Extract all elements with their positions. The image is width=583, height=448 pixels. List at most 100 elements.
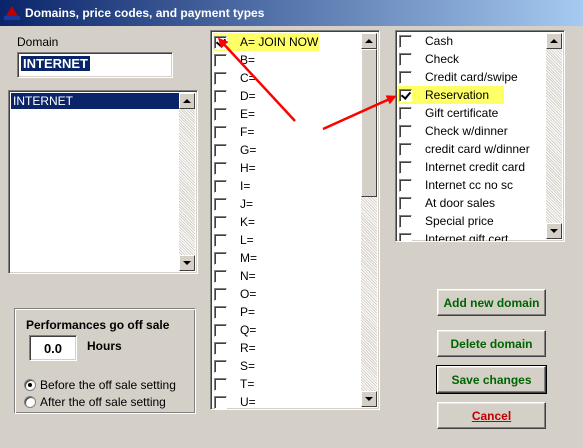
checkbox[interactable] — [214, 53, 227, 67]
radio-label: Before the off sale setting — [40, 378, 176, 392]
checkbox[interactable] — [399, 52, 412, 66]
radio-before-off-sale[interactable]: Before the off sale setting — [24, 378, 176, 392]
checkbox[interactable] — [214, 215, 227, 229]
checkbox[interactable] — [214, 161, 227, 175]
app-icon — [4, 5, 20, 21]
price-code-item[interactable]: A= JOIN NOW — [213, 33, 319, 51]
checkbox[interactable] — [214, 377, 227, 391]
checkbox[interactable] — [214, 197, 227, 211]
checkbox[interactable] — [399, 124, 412, 138]
price-code-item[interactable]: K= — [213, 213, 363, 231]
checkbox[interactable] — [399, 196, 412, 210]
price-code-item[interactable]: M= — [213, 249, 363, 267]
price-code-item[interactable]: N= — [213, 267, 363, 285]
checkbox[interactable] — [399, 178, 412, 192]
payment-type-item[interactable]: credit card w/dinner — [398, 140, 548, 158]
checkbox[interactable] — [214, 125, 227, 139]
checkbox[interactable] — [399, 70, 412, 84]
checkbox[interactable] — [214, 251, 227, 265]
checkbox[interactable] — [214, 233, 227, 247]
payment-type-item-label: credit card w/dinner — [425, 142, 530, 156]
checkbox[interactable] — [214, 287, 227, 301]
hours-input[interactable]: 0.0 — [29, 335, 77, 361]
price-code-item[interactable]: I= — [213, 177, 363, 195]
cancel-button[interactable]: Cancel — [437, 402, 546, 429]
payment-type-item[interactable]: Check w/dinner — [398, 122, 548, 140]
price-code-item[interactable]: Q= — [213, 321, 363, 339]
price-code-item[interactable]: J= — [213, 195, 363, 213]
checkbox[interactable] — [214, 143, 227, 157]
price-code-item[interactable]: S= — [213, 357, 363, 375]
checkbox[interactable] — [214, 305, 227, 319]
price-code-item[interactable]: L= — [213, 231, 363, 249]
payment-type-scrollbar[interactable] — [546, 33, 562, 239]
scroll-down-button[interactable] — [361, 391, 377, 407]
checkbox[interactable] — [399, 34, 412, 48]
checkbox[interactable] — [399, 160, 412, 174]
radio-label: After the off sale setting — [40, 395, 166, 409]
price-code-item[interactable]: C= — [213, 69, 363, 87]
checkbox[interactable] — [214, 107, 227, 121]
payment-type-item[interactable]: Internet cc no sc — [398, 176, 548, 194]
payment-type-item[interactable]: Internet credit card — [398, 158, 548, 176]
checkbox[interactable] — [399, 88, 412, 102]
checkbox[interactable] — [399, 106, 412, 120]
checkbox[interactable] — [214, 359, 227, 373]
price-code-item[interactable]: D= — [213, 87, 363, 105]
price-code-item[interactable]: O= — [213, 285, 363, 303]
domain-list[interactable]: INTERNET — [8, 90, 198, 274]
save-changes-button[interactable]: Save changes — [436, 365, 547, 394]
checkbox[interactable] — [214, 89, 227, 103]
radio-button[interactable] — [24, 396, 36, 408]
scroll-up-button[interactable] — [361, 33, 377, 49]
checkbox[interactable] — [399, 142, 412, 156]
price-code-item[interactable]: B= — [213, 51, 363, 69]
domain-list-item[interactable]: INTERNET — [11, 93, 179, 109]
payment-type-list[interactable]: Cash Check Credit card/swipe Reservation Gif… — [395, 30, 565, 242]
payment-type-item[interactable]: Cash — [398, 32, 548, 50]
domain-list-scrollbar[interactable] — [179, 93, 195, 271]
price-code-item-label: R= — [240, 341, 256, 355]
arrow-down-icon — [550, 229, 558, 233]
scroll-up-button[interactable] — [546, 33, 562, 49]
price-code-item[interactable]: F= — [213, 123, 363, 141]
price-code-item[interactable]: H= — [213, 159, 363, 177]
delete-domain-button[interactable]: Delete domain — [437, 330, 546, 357]
payment-type-item[interactable]: At door sales — [398, 194, 548, 212]
checkbox[interactable] — [399, 232, 412, 241]
payment-type-item-label: Credit card/swipe — [425, 70, 518, 84]
price-code-item[interactable]: P= — [213, 303, 363, 321]
add-domain-button[interactable]: Add new domain — [437, 289, 546, 316]
radio-button[interactable] — [24, 379, 36, 391]
price-code-item-label: P= — [240, 305, 256, 319]
checkbox[interactable] — [214, 179, 227, 193]
scroll-thumb[interactable] — [361, 49, 377, 197]
radio-after-off-sale[interactable]: After the off sale setting — [24, 395, 166, 409]
scroll-down-button[interactable] — [546, 223, 562, 239]
payment-type-item[interactable]: Gift certificate — [398, 104, 548, 122]
payment-type-item[interactable]: Check — [398, 50, 548, 68]
scroll-up-button[interactable] — [179, 93, 195, 109]
checkbox[interactable] — [214, 35, 227, 49]
payment-type-item[interactable]: Internet gift cert — [398, 230, 548, 242]
payment-type-item[interactable]: Credit card/swipe — [398, 68, 548, 86]
price-code-list[interactable]: A= JOIN NOW B= C= D= E= F= G= H= I= J= K= L= M= N= O= P… — [210, 30, 380, 410]
scroll-down-button[interactable] — [179, 255, 195, 271]
price-code-item[interactable]: U= — [213, 393, 363, 411]
checkbox[interactable] — [214, 71, 227, 85]
payment-type-item-label: Internet gift cert — [425, 232, 509, 242]
payment-type-item[interactable]: Reservation — [398, 86, 504, 104]
checkbox[interactable] — [214, 323, 227, 337]
price-code-item[interactable]: E= — [213, 105, 363, 123]
price-code-item[interactable]: G= — [213, 141, 363, 159]
price-code-item[interactable]: R= — [213, 339, 363, 357]
checkbox[interactable] — [214, 395, 227, 409]
checkbox[interactable] — [214, 341, 227, 355]
domain-name-input[interactable]: INTERNET — [17, 52, 173, 78]
price-code-scrollbar[interactable] — [361, 33, 377, 407]
payment-type-item[interactable]: Special price — [398, 212, 548, 230]
price-code-item-label: C= — [240, 71, 256, 85]
checkbox[interactable] — [399, 214, 412, 228]
checkbox[interactable] — [214, 269, 227, 283]
price-code-item[interactable]: T= — [213, 375, 363, 393]
